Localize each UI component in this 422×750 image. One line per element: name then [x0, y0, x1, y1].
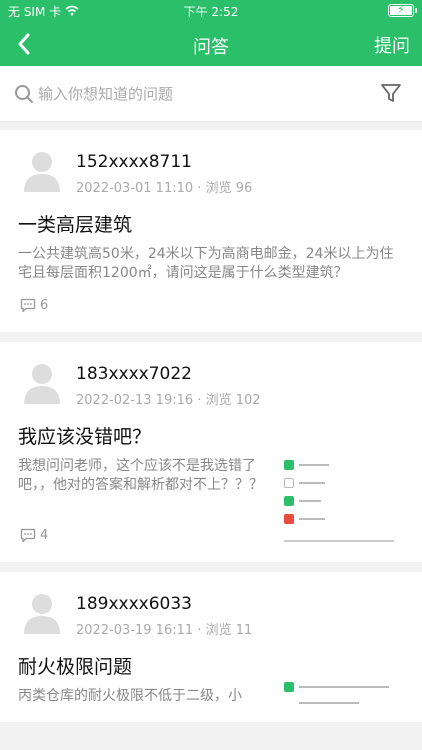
user-name: 189xxxx6033	[76, 594, 192, 614]
question-card[interactable]: 189xxxx6033 2022-03-19 16:11 · 浏览 11 耐火极…	[0, 572, 422, 722]
question-meta: 2022-03-19 16:11 · 浏览 11	[76, 619, 252, 638]
thumbnail-option	[284, 514, 325, 524]
thumbnail-footer	[284, 536, 394, 546]
avatar	[22, 360, 62, 404]
question-thumbnail[interactable]	[280, 678, 400, 722]
views-count: 96	[235, 181, 253, 196]
comment-count-value: 4	[40, 528, 49, 543]
question-title: 我应该没错吧？	[18, 426, 152, 448]
comment-count[interactable]: 6	[20, 298, 48, 313]
views-count: 102	[235, 393, 261, 408]
question-title: 耐火极限问题	[18, 656, 133, 678]
question-body: 丙类仓库的耐火极限不低于二级，小	[18, 688, 242, 704]
search-icon	[14, 84, 34, 108]
comment-icon	[20, 298, 36, 313]
filter-icon[interactable]	[380, 82, 402, 108]
question-feed: 152xxxx8711 2022-03-01 11:10 · 浏览 96 一类高…	[0, 130, 422, 722]
user-name: 183xxxx7022	[76, 364, 192, 384]
question-card[interactable]: 183xxxx7022 2022-02-13 19:16 · 浏览 102 我应…	[0, 342, 422, 562]
status-bar: 无 SIM 卡 下午 2:52 ⚡	[0, 0, 422, 22]
ask-question-button[interactable]: 提问	[374, 32, 410, 58]
thumbnail-option	[284, 460, 329, 470]
avatar	[22, 590, 62, 634]
comment-icon	[20, 528, 36, 543]
search-input[interactable]	[38, 80, 338, 108]
status-time: 下午 2:52	[183, 5, 239, 19]
views-count: 11	[235, 623, 253, 638]
search-bar	[0, 66, 422, 122]
comment-count[interactable]: 4	[20, 528, 48, 543]
question-thumbnail[interactable]	[280, 456, 400, 546]
post-date: 2022-02-13 19:16	[76, 393, 194, 408]
post-date: 2022-03-01 11:10	[76, 181, 194, 196]
meta-dot: ·	[197, 181, 206, 196]
question-body: 我想问问老师，这个应该不是我选错了吧，，他对的答案和解析都对不上？？？	[18, 458, 263, 493]
question-meta: 2022-02-13 19:16 · 浏览 102	[76, 389, 261, 408]
question-meta: 2022-03-01 11:10 · 浏览 96	[76, 177, 252, 196]
thumbnail-option	[284, 478, 325, 488]
nav-bar: 问答 提问	[0, 22, 422, 66]
battery-icon: ⚡	[388, 3, 417, 17]
thumbnail-option	[284, 682, 389, 692]
page-title: 问答	[193, 37, 229, 58]
meta-dot: ·	[197, 393, 206, 408]
views-label: 浏览	[205, 393, 232, 408]
views-label: 浏览	[205, 181, 232, 196]
question-title: 一类高层建筑	[18, 214, 133, 236]
views-label: 浏览	[205, 623, 232, 638]
avatar	[22, 148, 62, 192]
post-date: 2022-03-19 16:11	[76, 623, 194, 638]
thumbnail-option	[284, 496, 321, 506]
meta-dot: ·	[197, 623, 206, 638]
question-card[interactable]: 152xxxx8711 2022-03-01 11:10 · 浏览 96 一类高…	[0, 130, 422, 332]
user-name: 152xxxx8711	[76, 152, 192, 172]
thumbnail-option	[284, 698, 359, 708]
question-body: 一公共建筑高50米，24米以下为高商电邮金，24米以上为住宅且每层面积1200㎡…	[18, 246, 394, 281]
comment-count-value: 6	[40, 298, 49, 313]
